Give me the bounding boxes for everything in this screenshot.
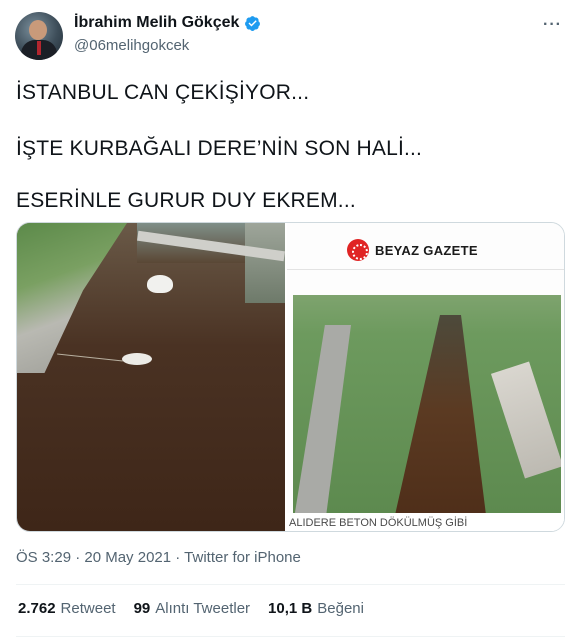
author-handle[interactable]: @06melihgokcek [74, 37, 189, 54]
photo-mooring-rope [57, 353, 123, 362]
news-logo: BEYAZ GAZETE [347, 239, 478, 261]
author-name-row: İbrahim Melih Gökçek [74, 14, 261, 32]
stat-retweets-count: 2.762 [18, 600, 56, 617]
media-photo-news-screenshot[interactable]: BEYAZ GAZETE ALIDERE BETON DÖKÜLMÜŞ GİBİ [287, 223, 564, 531]
avatar-face [29, 20, 47, 40]
news-aerial-photo [293, 295, 561, 513]
tweet-card: İbrahim Melih Gökçek @06melihgokcek ··· … [0, 0, 580, 639]
stat-retweets-label: Retweet [60, 600, 116, 617]
tweet-text-line-2: İŞTE KURBAĞALI DERE’NİN SON HALİ... [16, 137, 423, 160]
news-logo-icon [347, 239, 369, 261]
photo-boat [147, 275, 173, 293]
tweet-text-line-3: ESERİNLE GURUR DUY EKREM... [16, 189, 356, 212]
stat-quote-tweets[interactable]: 99 Alıntı Tweetler [134, 600, 250, 617]
aerial-road [293, 325, 351, 513]
aerial-river [386, 315, 491, 513]
avatar-tie [37, 41, 41, 55]
author-display-name[interactable]: İbrahim Melih Gökçek [74, 14, 239, 32]
author-avatar[interactable] [15, 12, 63, 60]
news-logo-text: BEYAZ GAZETE [375, 242, 478, 258]
divider [16, 584, 565, 585]
aerial-marina [490, 361, 561, 479]
stat-likes[interactable]: 10,1 B Beğeni [268, 600, 364, 617]
tweet-media: BEYAZ GAZETE ALIDERE BETON DÖKÜLMÜŞ GİBİ [16, 222, 565, 532]
stat-quote-tweets-count: 99 [133, 600, 151, 617]
stat-likes-count: 10,1 B [268, 600, 313, 617]
news-photo-caption: ALIDERE BETON DÖKÜLMÜŞ GİBİ [287, 513, 564, 531]
stat-retweets[interactable]: 2.762 Retweet [18, 600, 116, 617]
news-header-divider [287, 269, 564, 270]
tweet-text-line-1: İSTANBUL CAN ÇEKİŞİYOR... [16, 81, 310, 104]
divider [16, 636, 565, 637]
tweet-stats: 2.762 Retweet 99 Alıntı Tweetler 10,1 B … [18, 600, 364, 617]
photo-left-bank [17, 223, 127, 373]
verified-badge-icon [245, 15, 261, 31]
more-options-icon[interactable]: ··· [543, 16, 562, 34]
stat-quote-tweets-label: Alıntı Tweetler [155, 600, 251, 617]
photo-right-bank [245, 223, 285, 303]
photo-small-boat [122, 353, 152, 365]
tweet-timestamp-source[interactable]: ÖS 3:29 · 20 May 2021 · Twitter for iPho… [16, 549, 301, 566]
media-photo-drone-river[interactable] [17, 223, 285, 531]
stat-likes-label: Beğeni [317, 600, 364, 617]
